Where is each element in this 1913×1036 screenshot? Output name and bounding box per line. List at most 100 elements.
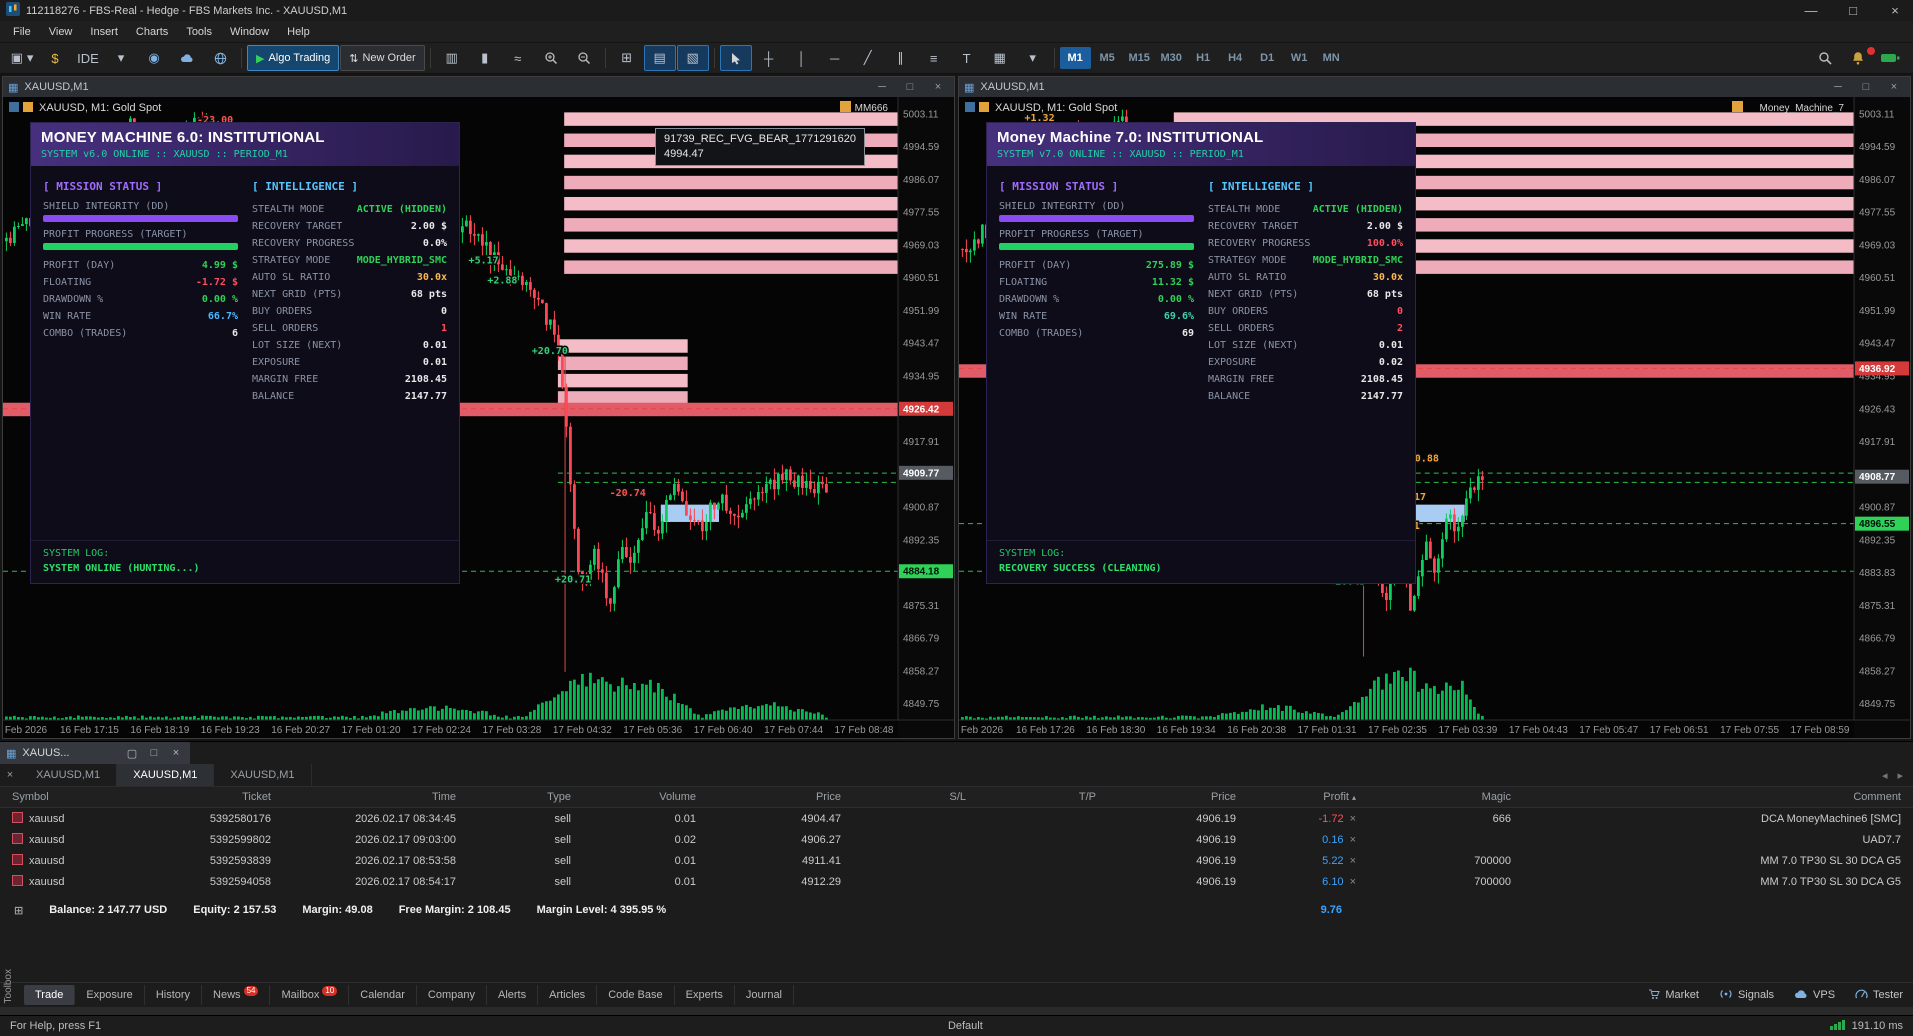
timeframe-m30[interactable]: M30	[1156, 47, 1187, 69]
crosshair-icon[interactable]: ┼	[753, 45, 785, 71]
docked-chart-caption[interactable]: ▦ XAUUS... ▢ □ ×	[0, 742, 190, 764]
algo-trading-button[interactable]: ▶ Algo Trading	[247, 45, 340, 71]
minimize-button[interactable]: —	[1793, 0, 1829, 21]
menu-view[interactable]: View	[40, 26, 82, 38]
objects-window-icon[interactable]: ▧	[676, 45, 709, 71]
column-time[interactable]: Time	[279, 791, 464, 803]
menu-tools[interactable]: Tools	[177, 26, 221, 38]
bar-chart-icon[interactable]: ▥	[436, 45, 468, 71]
popout-icon[interactable]: ▢	[124, 747, 140, 760]
menu-insert[interactable]: Insert	[81, 26, 127, 38]
expand-icon[interactable]: ⊞	[14, 904, 23, 917]
line-chart-icon[interactable]: ≈	[502, 45, 534, 71]
timeframe-d1[interactable]: D1	[1252, 47, 1283, 69]
chart-minimize-button[interactable]: ─	[1827, 81, 1849, 93]
scroll-left-icon[interactable]: ◂	[1882, 769, 1888, 782]
toolbox-tab-experts[interactable]: Experts	[675, 985, 735, 1005]
scroll-right-icon[interactable]: ▸	[1897, 769, 1903, 782]
connection-status[interactable]: 191.10 ms	[1829, 1019, 1903, 1033]
corner-button-tester[interactable]: Tester	[1845, 988, 1913, 1002]
candlestick-chart-icon[interactable]: ▮	[469, 45, 501, 71]
fibonacci-icon[interactable]: ≡	[918, 45, 950, 71]
new-order-button[interactable]: ⇅ New Order	[340, 45, 425, 71]
text-label-icon[interactable]: T	[951, 45, 983, 71]
close-icon[interactable]: ×	[0, 769, 20, 781]
toolbox-tab-calendar[interactable]: Calendar	[349, 985, 417, 1005]
column-magic[interactable]: Magic	[1364, 791, 1519, 803]
shapes-icon[interactable]: ▦	[984, 45, 1016, 71]
menu-charts[interactable]: Charts	[127, 26, 177, 38]
chart-close-button[interactable]: ×	[1883, 81, 1905, 93]
zoom-out-icon[interactable]	[568, 45, 600, 71]
toolbox-tab-alerts[interactable]: Alerts	[487, 985, 539, 1005]
toolbox-tab-journal[interactable]: Journal	[735, 985, 794, 1005]
horizontal-line-icon[interactable]: ─	[819, 45, 851, 71]
trendline-icon[interactable]: ╱	[852, 45, 884, 71]
column-ticket[interactable]: Ticket	[154, 791, 279, 803]
position-row[interactable]: xauusd 5392599802 2026.02.17 09:03:00 sell 0…	[0, 829, 1913, 850]
menu-window[interactable]: Window	[221, 26, 278, 38]
community-icon[interactable]	[204, 45, 236, 71]
close-position-button[interactable]: ×	[1350, 855, 1356, 867]
chart-area[interactable]: MONEY MACHINE 6.0: INSTITUTIONAL SYSTEM v…	[3, 97, 954, 738]
chart-maximize-button[interactable]: □	[899, 81, 921, 93]
toolbox-tab-code-base[interactable]: Code Base	[597, 985, 675, 1005]
timeframe-h4[interactable]: H4	[1220, 47, 1251, 69]
timeframe-m1[interactable]: M1	[1059, 47, 1091, 69]
close-position-button[interactable]: ×	[1350, 834, 1356, 846]
close-button[interactable]: ×	[1877, 0, 1913, 21]
objects-dropdown-icon[interactable]: ▾	[1017, 45, 1049, 71]
chart-minimize-button[interactable]: ─	[871, 81, 893, 93]
column-sl[interactable]: S/L	[849, 791, 974, 803]
position-row[interactable]: xauusd 5392594058 2026.02.17 08:54:17 sell 0…	[0, 871, 1913, 892]
timeframe-m15[interactable]: M15	[1124, 47, 1155, 69]
maximize-icon[interactable]: □	[146, 747, 162, 759]
menu-help[interactable]: Help	[278, 26, 319, 38]
chart-close-button[interactable]: ×	[927, 81, 949, 93]
timeframe-m5[interactable]: M5	[1092, 47, 1123, 69]
position-row[interactable]: xauusd 5392593839 2026.02.17 08:53:58 sell 0…	[0, 850, 1913, 871]
timeframe-h1[interactable]: H1	[1188, 47, 1219, 69]
column-tp[interactable]: T/P	[974, 791, 1104, 803]
tile-windows-icon[interactable]: ⊞	[611, 45, 643, 71]
search-icon[interactable]	[1809, 45, 1841, 71]
column-profit[interactable]: Profit ▴	[1244, 791, 1364, 803]
column-symbol[interactable]: Symbol	[4, 791, 154, 803]
notifications-icon[interactable]	[1842, 45, 1876, 71]
toolbox-tab-mailbox[interactable]: Mailbox 10	[270, 985, 350, 1005]
zoom-in-icon[interactable]	[535, 45, 567, 71]
close-icon[interactable]: ×	[168, 747, 184, 759]
toolbox-tab-exposure[interactable]: Exposure	[75, 985, 145, 1005]
cursor-icon[interactable]	[719, 45, 752, 71]
vertical-line-icon[interactable]: │	[786, 45, 818, 71]
column-comment[interactable]: Comment	[1519, 791, 1909, 803]
menu-file[interactable]: File	[4, 26, 40, 38]
corner-button-market[interactable]: Market	[1638, 988, 1709, 1003]
timeframe-mn[interactable]: MN	[1316, 47, 1347, 69]
toolbox-chart-tab[interactable]: XAUUSD,M1	[20, 764, 118, 786]
indicators-window-icon[interactable]: ▤	[643, 45, 676, 71]
close-position-button[interactable]: ×	[1350, 876, 1356, 888]
column-price[interactable]: Price	[1104, 791, 1244, 803]
channel-icon[interactable]: ∥	[885, 45, 917, 71]
toolbox-tab-history[interactable]: History	[145, 985, 203, 1005]
corner-button-signals[interactable]: Signals	[1709, 988, 1784, 1003]
layout-dropdown-icon[interactable]: ▾	[105, 45, 137, 71]
toolbox-chart-tab[interactable]: XAUUSD,M1	[214, 764, 312, 786]
ide-button[interactable]: IDE	[72, 45, 104, 71]
chart-area[interactable]: Money Machine 7.0: INSTITUTIONAL SYSTEM v…	[959, 97, 1910, 738]
chart-maximize-button[interactable]: □	[1855, 81, 1877, 93]
column-price[interactable]: Price	[704, 791, 849, 803]
chart-window-icon[interactable]: ▣ ▾	[6, 45, 38, 71]
maximize-button[interactable]: □	[1835, 0, 1871, 21]
connection-icon[interactable]	[1875, 45, 1907, 71]
toolbox-tab-news[interactable]: News 54	[202, 985, 271, 1005]
timeframe-w1[interactable]: W1	[1284, 47, 1315, 69]
position-row[interactable]: xauusd 5392580176 2026.02.17 08:34:45 sell 0…	[0, 808, 1913, 829]
column-type[interactable]: Type	[464, 791, 579, 803]
corner-button-vps[interactable]: VPS	[1784, 988, 1845, 1003]
account-funds-icon[interactable]: $	[39, 45, 71, 71]
cloud-icon[interactable]	[171, 45, 203, 71]
column-volume[interactable]: Volume	[579, 791, 704, 803]
toolbox-tab-trade[interactable]: Trade	[24, 985, 76, 1005]
